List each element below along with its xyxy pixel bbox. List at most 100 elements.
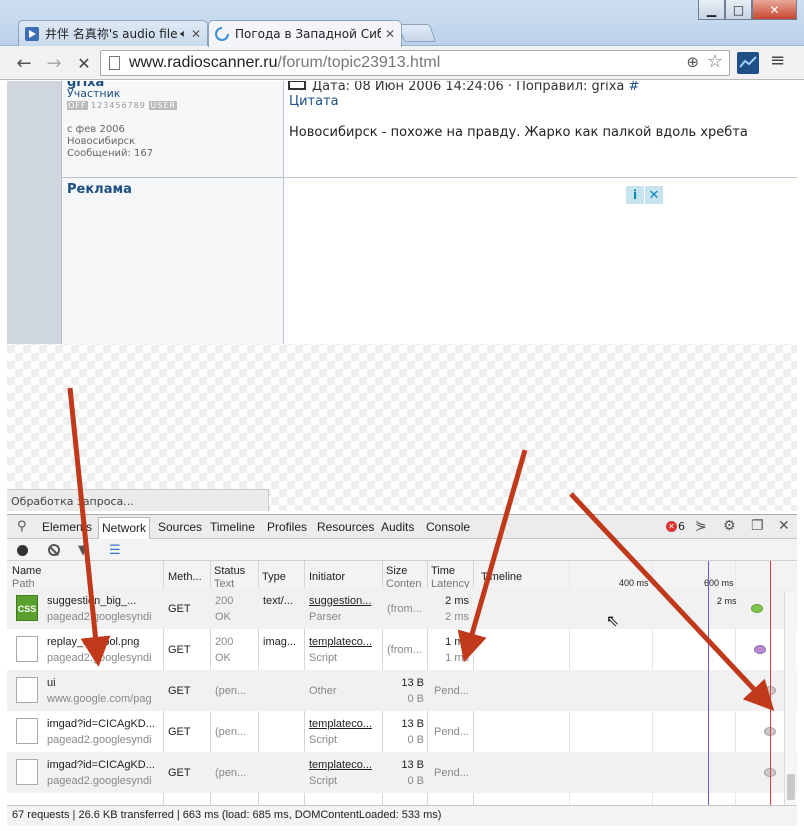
loading-spinner-icon <box>215 27 229 41</box>
table-row[interactable]: imgad?id=CICAgKD... pagead2.googlesyndi GE… <box>7 711 797 752</box>
request-size: 13 B <box>401 718 424 730</box>
minimize-button[interactable]: ▁ <box>698 0 725 20</box>
list-view-icon[interactable]: ☰ <box>109 543 121 558</box>
user-rank-digits: 123456789 <box>91 101 146 110</box>
col-type[interactable]: Type <box>262 571 286 584</box>
request-time: 2 ms <box>445 595 469 607</box>
col-initiator[interactable]: Initiator <box>309 571 345 584</box>
request-type: imag... <box>263 636 297 648</box>
menu-icon[interactable]: ≡ <box>770 52 788 72</box>
tab-label: Погода в Западной Сиби <box>235 27 381 41</box>
clear-icon[interactable] <box>48 544 60 556</box>
filter-icon[interactable]: ▼ <box>78 543 88 558</box>
speaker-icon: 🔈︎ <box>180 26 187 40</box>
col-time-label: Time <box>431 565 456 577</box>
post-text: Новосибирск - похоже на правду. Жарко ка… <box>289 125 748 140</box>
request-name[interactable]: imgad?id=CICAgKD... <box>47 758 161 772</box>
extension-chart-icon[interactable] <box>737 52 759 74</box>
zoom-icon[interactable]: ⊕ <box>686 53 699 71</box>
url-host: www.radioscanner.ru <box>129 54 278 71</box>
new-tab-button[interactable] <box>397 24 437 42</box>
load-event-line <box>770 561 771 805</box>
tab-audits[interactable]: Audits <box>381 520 414 534</box>
dock-icon[interactable]: ❐ <box>751 518 764 534</box>
file-icon <box>16 718 38 744</box>
request-method: GET <box>168 644 191 656</box>
record-icon[interactable] <box>17 545 28 556</box>
close-window-button[interactable]: ✕ <box>752 0 797 20</box>
request-method: GET <box>168 767 191 779</box>
ad-info-icon[interactable]: i <box>626 186 644 204</box>
back-arrow-icon[interactable]: ← <box>12 51 36 75</box>
col-timeline[interactable]: Timeline <box>481 571 522 584</box>
page-viewport: grixa Участник OFF 123456789 USER с фев … <box>7 81 797 511</box>
request-latency: 1 ms <box>445 652 469 664</box>
error-count[interactable]: 6 <box>678 520 685 533</box>
request-method: GET <box>168 726 191 738</box>
post-meta: Дата: 08 Июн 2006 14:24:06 · Поправил: g… <box>288 81 639 94</box>
ad-label-panel: Реклама <box>61 178 284 344</box>
address-bar[interactable]: www.radioscanner.ru/forum/topic23913.htm… <box>100 50 730 76</box>
table-row[interactable]: replay_symbol.png pagead2.googlesyndi GET 2… <box>7 629 797 670</box>
forward-arrow-icon[interactable]: → <box>42 51 66 75</box>
quote-link[interactable]: Цитата <box>289 94 339 109</box>
request-path: www.google.com/pag <box>47 693 152 705</box>
request-path: pagead2.googlesyndi <box>47 611 152 623</box>
ad-close-icon[interactable]: ✕ <box>645 186 663 204</box>
post-icon <box>288 81 306 90</box>
request-type: text/... <box>263 595 293 607</box>
tab-resources[interactable]: Resources <box>317 520 374 534</box>
request-content-size: 0 B <box>407 734 424 746</box>
request-content-size: 0 B <box>407 775 424 787</box>
tab-sources[interactable]: Sources <box>158 520 202 534</box>
tab-audio-file[interactable]: 井伴 名真祢's audio file 🔈︎ ✕ <box>18 20 208 46</box>
user-panel: grixa Участник OFF 123456789 USER с фев … <box>61 81 284 178</box>
request-initiator[interactable]: templateco... <box>309 758 379 772</box>
request-time: Pend... <box>434 726 469 738</box>
tab-console[interactable]: Console <box>426 520 470 534</box>
bookmark-star-icon[interactable]: ☆ <box>707 51 723 72</box>
request-content-size: 0 B <box>407 693 424 705</box>
close-devtools-icon[interactable]: ✕ <box>778 518 790 534</box>
request-size: (from... <box>387 603 422 615</box>
tick-400ms: 400 ms <box>619 578 649 588</box>
inspect-search-icon[interactable]: ⚲ <box>17 519 27 534</box>
table-row[interactable]: CSS suggestion_big_... pagead2.googlesyndi… <box>7 588 797 629</box>
tab-elements[interactable]: Elements <box>42 520 92 534</box>
table-scrollbar[interactable] <box>784 592 796 805</box>
table-row[interactable]: ui www.google.com/pag GET (pen... Other 13 B 0… <box>7 670 797 711</box>
tab-profiles[interactable]: Profiles <box>267 520 307 534</box>
request-initiator-kind: Parser <box>309 611 342 623</box>
settings-gear-icon[interactable]: ⚙ <box>723 518 736 534</box>
table-row[interactable]: imgad?id=CICAgKD... pagead2.googlesyndi GE… <box>7 752 797 793</box>
ad-slot: i ✕ <box>284 178 797 344</box>
request-name[interactable]: imgad?id=CICAgKD... <box>47 717 161 731</box>
request-name[interactable]: replay_symbol.png <box>47 635 161 649</box>
timeline-bar <box>751 604 763 613</box>
tab-weather[interactable]: Погода в Западной Сиби ✕ <box>208 20 402 47</box>
col-method[interactable]: Meth... <box>168 571 202 584</box>
ad-title[interactable]: Реклама <box>67 182 132 197</box>
tab-close-icon[interactable]: ✕ <box>385 27 395 41</box>
post-permalink[interactable]: # <box>629 81 640 94</box>
request-time: 1 ms <box>445 636 469 648</box>
request-initiator[interactable]: templateco... <box>309 717 379 731</box>
scrollbar-thumb[interactable] <box>787 774 795 800</box>
tab-close-icon[interactable]: ✕ <box>191 27 201 41</box>
console-drawer-icon[interactable]: ⋟ <box>695 518 707 534</box>
forum-post: grixa Участник OFF 123456789 USER с фев … <box>7 81 797 344</box>
request-initiator[interactable]: suggestion... <box>309 594 379 608</box>
request-status: (pen... <box>215 685 247 697</box>
request-name[interactable]: suggestion_big_... <box>47 594 161 608</box>
tab-timeline[interactable]: Timeline <box>210 520 255 534</box>
request-path: pagead2.googlesyndi <box>47 775 152 787</box>
request-initiator[interactable]: templateco... <box>309 635 379 649</box>
error-icon[interactable]: ✕ <box>666 521 677 532</box>
request-status: 200 <box>215 595 234 607</box>
devtools-tabbar: ⚲ Elements Network Sources Timeline Prof… <box>7 515 797 539</box>
maximize-button[interactable]: □ <box>725 0 752 20</box>
stop-loading-icon[interactable]: ✕ <box>72 51 96 75</box>
request-name[interactable]: ui <box>47 676 161 690</box>
network-toolbar: ▼ ☰ <box>7 539 797 561</box>
tab-network[interactable]: Network <box>98 517 151 539</box>
